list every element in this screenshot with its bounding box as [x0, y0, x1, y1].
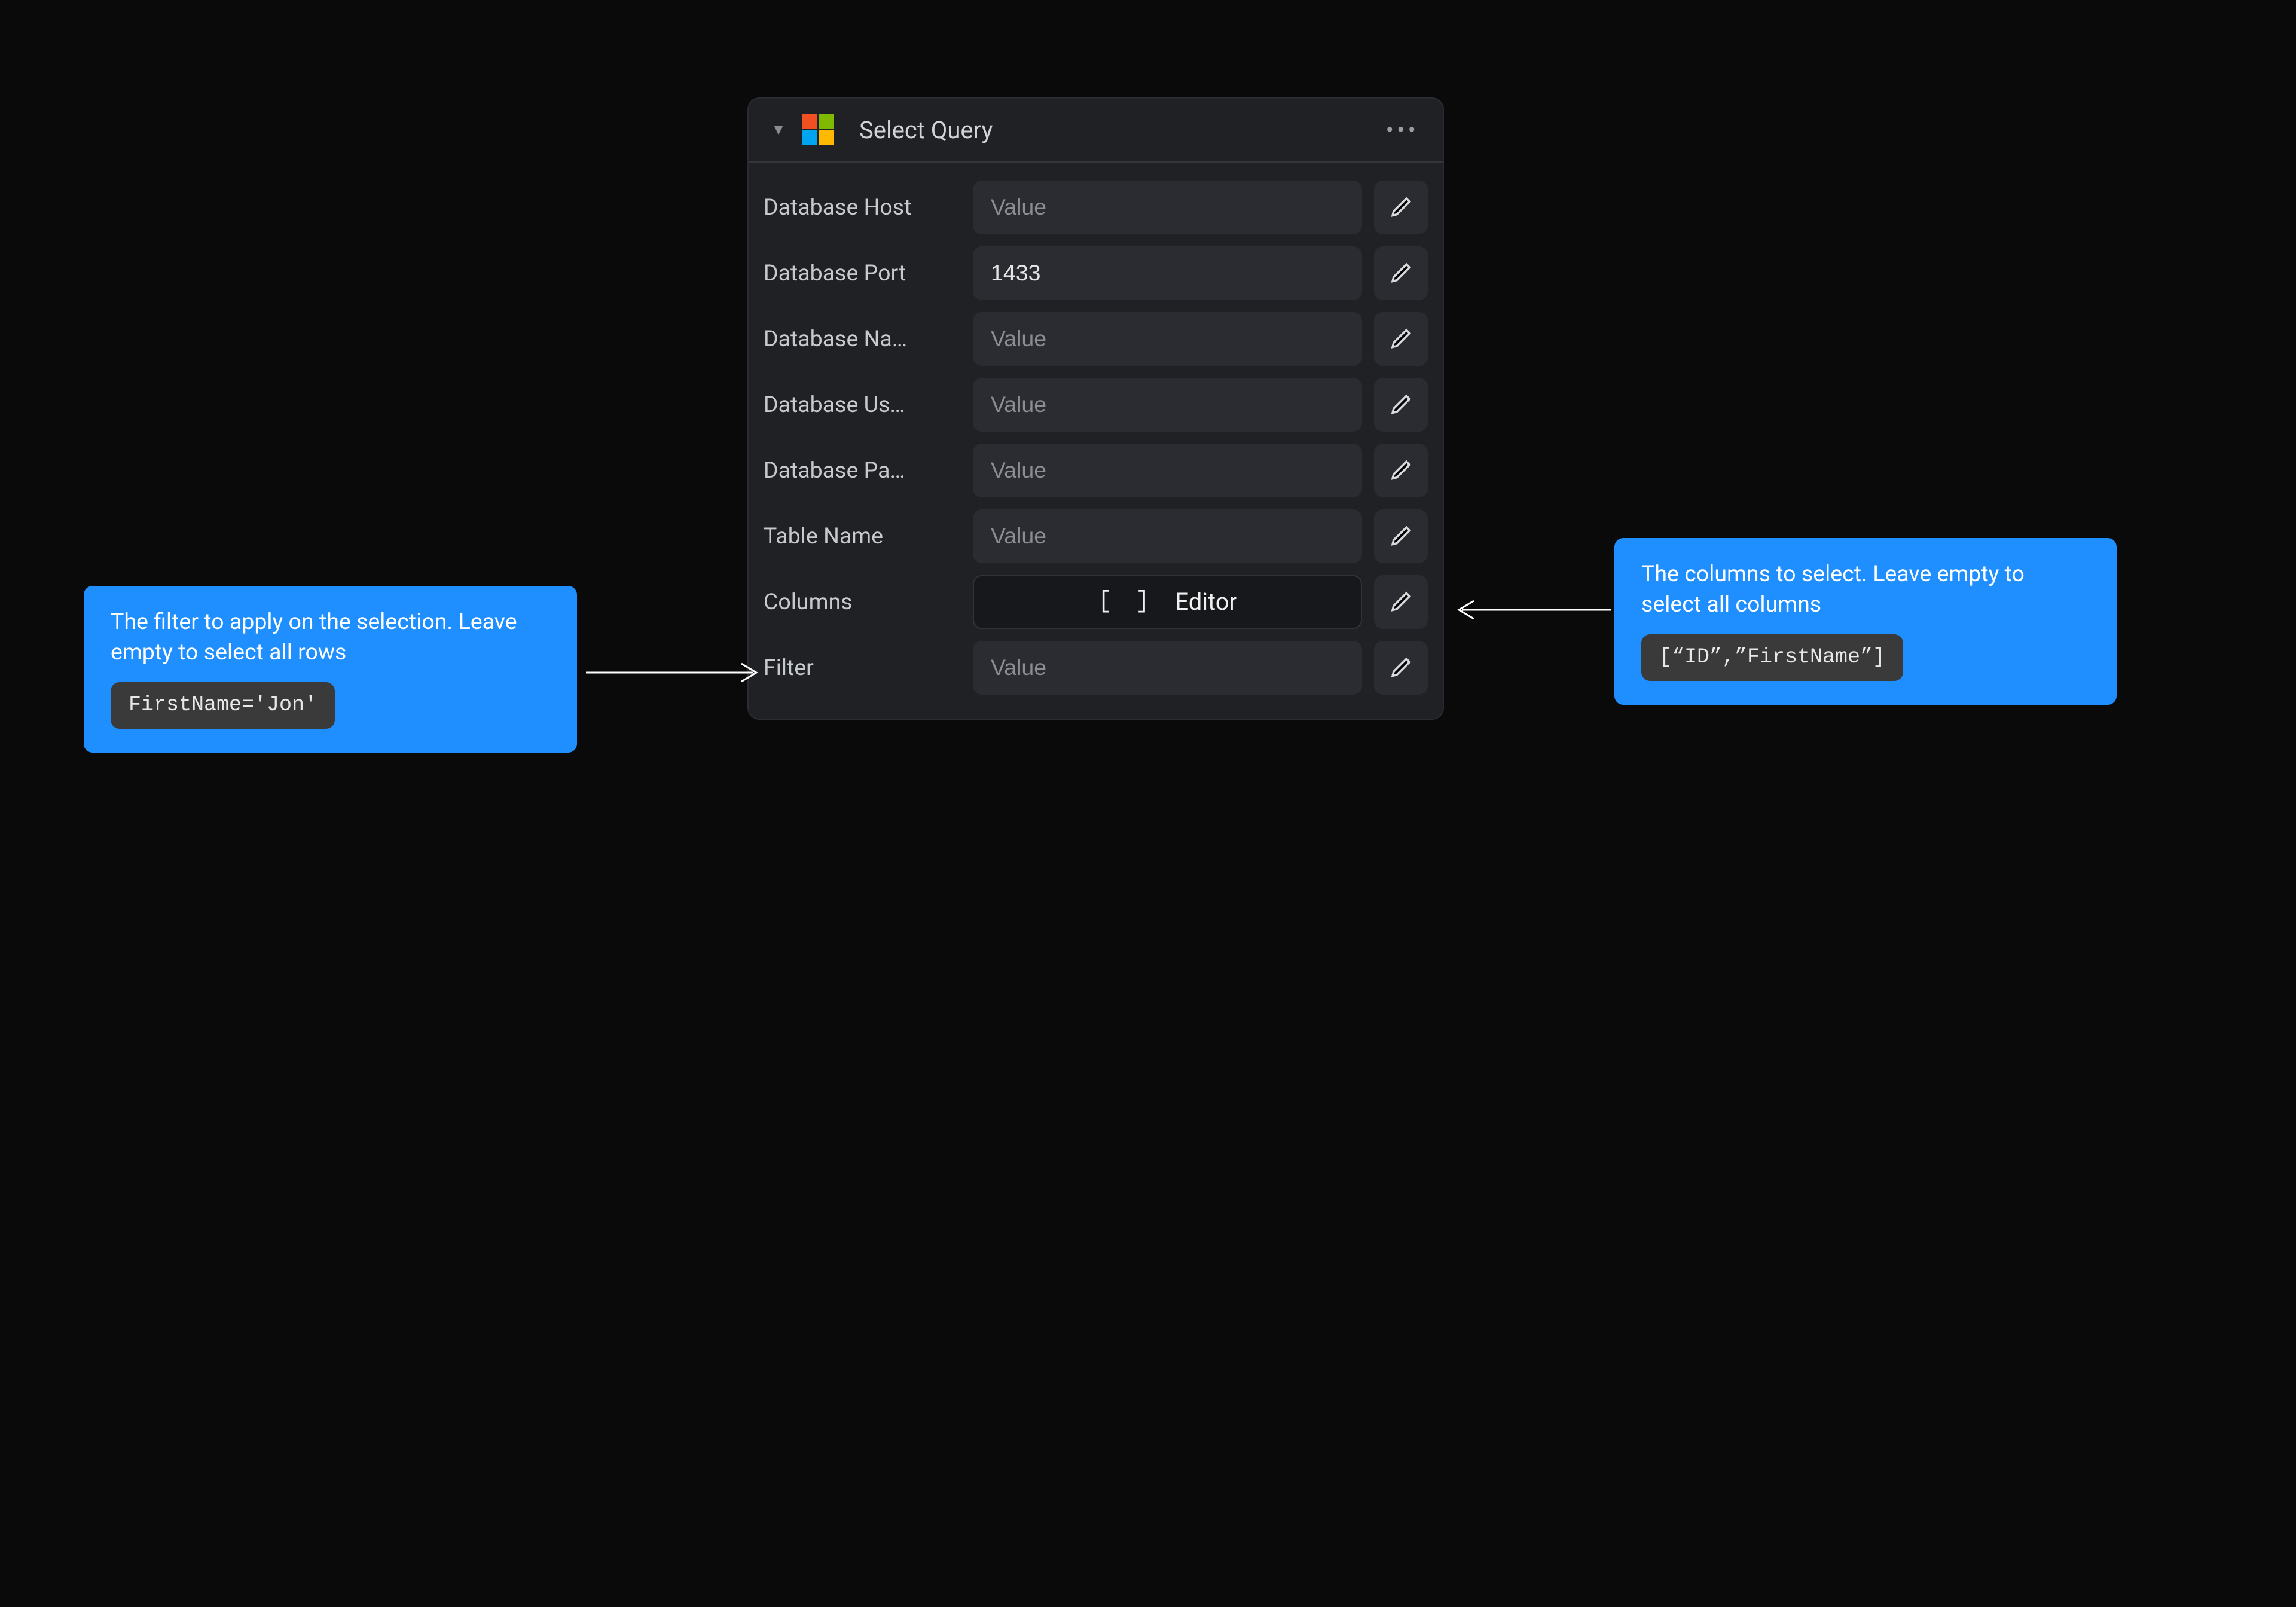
callout-text: The filter to apply on the selection. Le…	[111, 607, 550, 667]
callout-example-code: [“ID”,”FirstName”]	[1641, 634, 1903, 680]
filter-input[interactable]	[973, 641, 1362, 695]
pencil-icon	[1388, 457, 1414, 483]
edit-button[interactable]	[1374, 312, 1428, 366]
field-label: Database Us…	[764, 392, 961, 418]
filter-callout: The filter to apply on the selection. Le…	[84, 586, 577, 753]
pencil-icon	[1388, 326, 1414, 352]
edit-button[interactable]	[1374, 444, 1428, 497]
diagram-stage: ▼ Select Query ••• Database Host Databas…	[0, 0, 2296, 804]
brackets-icon: [ ]	[1098, 588, 1155, 615]
field-row-columns: Columns [ ] Editor	[764, 569, 1428, 635]
db-pass-input[interactable]	[973, 444, 1362, 497]
callout-text: The columns to select. Leave empty to se…	[1641, 559, 2090, 619]
db-user-input[interactable]	[973, 378, 1362, 432]
table-name-input[interactable]	[973, 509, 1362, 563]
pencil-icon	[1388, 260, 1414, 286]
edit-button[interactable]	[1374, 378, 1428, 432]
edit-button[interactable]	[1374, 509, 1428, 563]
field-row-db-pass: Database Pa…	[764, 438, 1428, 503]
collapse-chevron-icon[interactable]: ▼	[770, 121, 787, 139]
edit-button[interactable]	[1374, 641, 1428, 695]
db-host-input[interactable]	[973, 181, 1362, 234]
db-name-input[interactable]	[973, 312, 1362, 366]
field-row-table: Table Name	[764, 503, 1428, 569]
field-row-db-port: Database Port	[764, 240, 1428, 306]
columns-editor-button[interactable]: [ ] Editor	[973, 575, 1362, 629]
field-row-db-name: Database Na…	[764, 306, 1428, 372]
editor-label: Editor	[1175, 588, 1237, 616]
panel-title: Select Query	[859, 116, 1371, 144]
field-label: Database Host	[764, 194, 961, 221]
edit-button[interactable]	[1374, 246, 1428, 300]
more-options-button[interactable]: •••	[1386, 116, 1422, 144]
field-label: Filter	[764, 655, 961, 681]
pencil-icon	[1388, 392, 1414, 417]
field-label: Database Port	[764, 260, 961, 286]
edit-button[interactable]	[1374, 181, 1428, 234]
edit-button[interactable]	[1374, 575, 1428, 629]
field-label: Database Na…	[764, 326, 961, 352]
columns-callout: The columns to select. Leave empty to se…	[1614, 538, 2117, 705]
field-label: Table Name	[764, 523, 961, 549]
select-query-panel: ▼ Select Query ••• Database Host Databas…	[747, 97, 1444, 720]
pencil-icon	[1388, 194, 1414, 220]
field-row-db-host: Database Host	[764, 175, 1428, 240]
arrow-icon	[586, 658, 765, 688]
pencil-icon	[1388, 523, 1414, 549]
pencil-icon	[1388, 655, 1414, 680]
microsoft-logo-icon	[802, 114, 835, 146]
pencil-icon	[1388, 589, 1414, 615]
panel-body: Database Host Database Port Database Na…	[749, 163, 1443, 719]
field-row-db-user: Database Us…	[764, 372, 1428, 438]
db-port-input[interactable]	[973, 246, 1362, 300]
panel-header: ▼ Select Query •••	[749, 99, 1443, 163]
field-label: Database Pa…	[764, 457, 961, 484]
field-row-filter: Filter	[764, 635, 1428, 701]
field-label: Columns	[764, 589, 961, 615]
callout-example-code: FirstName='Jon'	[111, 682, 335, 728]
arrow-icon	[1450, 595, 1611, 625]
